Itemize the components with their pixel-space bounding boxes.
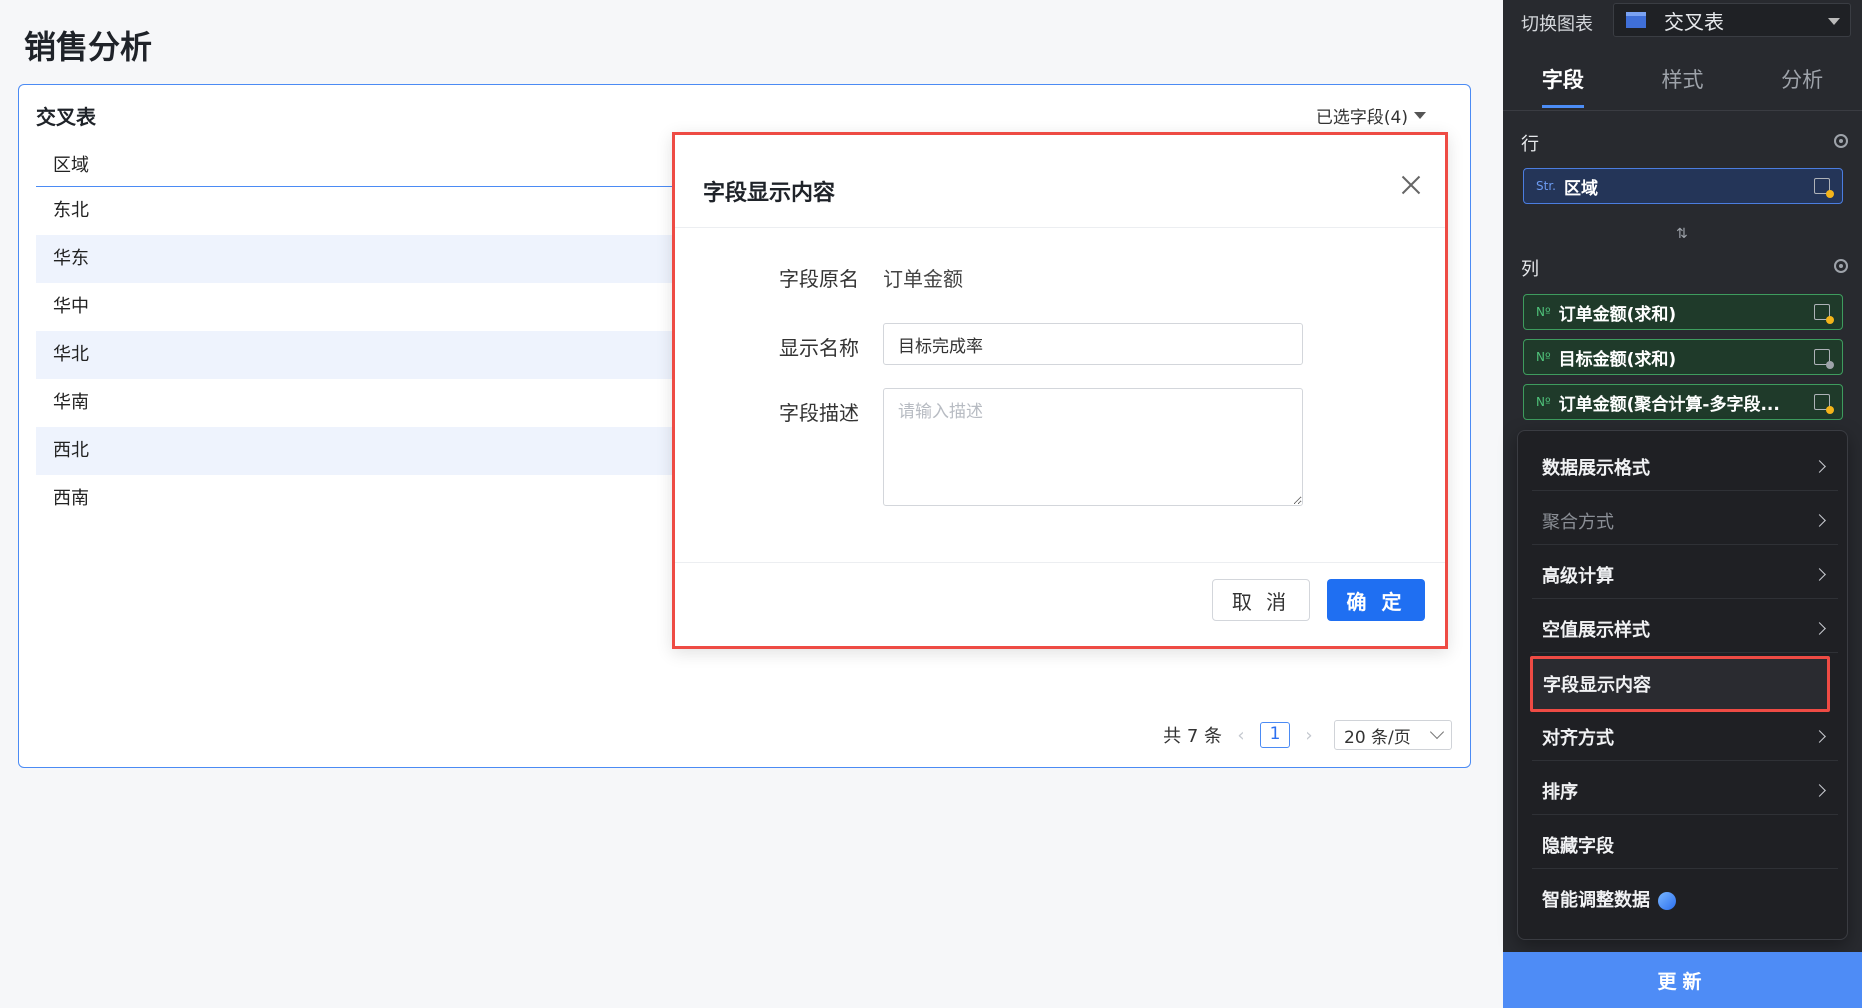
number-type-icon: Nº — [1536, 305, 1551, 319]
gear-icon[interactable] — [1834, 259, 1848, 273]
table-icon — [1626, 12, 1646, 28]
table-header-region[interactable]: 区域 — [36, 145, 686, 187]
field-display-dialog: 字段显示内容 字段原名 订单金额 显示名称 字段描述 取 消 确 定 — [672, 132, 1448, 649]
desc-label: 字段描述 — [779, 401, 859, 425]
measure-cube-icon[interactable] — [1814, 349, 1834, 369]
panel-tabs: 字段 样式 分析 — [1503, 60, 1862, 108]
chevron-right-icon — [1813, 622, 1826, 635]
dialog-divider — [675, 562, 1445, 563]
next-page-icon[interactable]: › — [1300, 725, 1318, 746]
chevron-right-icon — [1813, 460, 1826, 473]
swap-icon[interactable]: ⇅ — [1676, 226, 1688, 242]
config-panel: 切换图表 交叉表 字段 样式 分析 行 Str. 区域 ⇅ 列 Nº 订单金额(… — [1503, 0, 1862, 1008]
page-title: 销售分析 — [24, 28, 153, 66]
table-row[interactable]: 东北 — [36, 187, 686, 235]
menu-item-label: 智能调整数据 — [1542, 890, 1650, 911]
field-context-menu: 数据展示格式 聚合方式 高级计算 空值展示样式 字段显示内容 对齐方式 排序 隐… — [1517, 430, 1848, 940]
pagination: 共 7 条 ‹ 1 › 20 条/页 — [1163, 720, 1452, 750]
page-size-value: 20 条/页 — [1344, 727, 1411, 748]
caret-down-icon — [1828, 18, 1840, 25]
ai-sparkle-icon — [1658, 892, 1676, 910]
menu-item-hide-field[interactable]: 隐藏字段 — [1532, 821, 1838, 869]
selected-fields-dropdown[interactable]: 已选字段(4) — [1316, 103, 1426, 128]
dialog-title: 字段显示内容 — [703, 181, 836, 206]
col-field-pill[interactable]: Nº 订单金额(求和) — [1523, 294, 1843, 330]
menu-item-advanced-calc[interactable]: 高级计算 — [1532, 551, 1838, 599]
menu-item-label: 字段显示内容 — [1543, 675, 1651, 696]
chevron-right-icon — [1813, 784, 1826, 797]
columns-section-title: 列 — [1521, 259, 1539, 280]
col-field-pill[interactable]: Nº 目标金额(求和) — [1523, 339, 1843, 375]
selected-fields-label: 已选字段(4) — [1315, 108, 1408, 128]
row-field-pill[interactable]: Str. 区域 — [1523, 168, 1843, 204]
chevron-down-icon — [1429, 724, 1445, 740]
rows-section-title: 行 — [1521, 134, 1539, 155]
confirm-button[interactable]: 确 定 — [1327, 579, 1425, 621]
table-row[interactable]: 华东 — [36, 235, 686, 283]
menu-item-null-style[interactable]: 空值展示样式 — [1532, 605, 1838, 653]
menu-item-smart-adjust[interactable]: 智能调整数据 — [1532, 875, 1838, 923]
chart-type-value: 交叉表 — [1664, 9, 1724, 34]
caret-down-icon — [1414, 112, 1426, 119]
menu-item-label: 隐藏字段 — [1542, 835, 1614, 857]
menu-item-label: 对齐方式 — [1542, 727, 1614, 749]
menu-item-alignment[interactable]: 对齐方式 — [1532, 713, 1838, 761]
menu-item-aggregation[interactable]: 聚合方式 — [1532, 497, 1838, 545]
col-field-label: 订单金额(聚合计算-多字段... — [1558, 394, 1780, 415]
measure-cube-icon[interactable] — [1814, 394, 1834, 414]
menu-item-label: 排序 — [1542, 781, 1578, 803]
menu-item-label: 聚合方式 — [1542, 511, 1614, 533]
pagination-total: 共 7 条 — [1163, 726, 1222, 747]
crosstab-table: 区域 东北 华东 华中 华北 华南 西北 西南 — [36, 145, 686, 523]
menu-item-field-display[interactable]: 字段显示内容 — [1530, 656, 1830, 712]
page-number-button[interactable]: 1 — [1260, 722, 1290, 748]
card-title: 交叉表 — [36, 105, 96, 129]
cancel-button[interactable]: 取 消 — [1212, 579, 1310, 621]
chevron-right-icon — [1813, 730, 1826, 743]
string-type-icon: Str. — [1536, 179, 1556, 193]
tabs-divider — [1503, 110, 1862, 111]
chevron-right-icon — [1813, 568, 1826, 581]
desc-textarea[interactable] — [883, 388, 1303, 506]
prev-page-icon[interactable]: ‹ — [1232, 725, 1250, 746]
col-field-label: 订单金额(求和) — [1558, 304, 1677, 325]
tab-analysis[interactable]: 分析 — [1742, 60, 1862, 108]
menu-item-label: 高级计算 — [1542, 565, 1614, 587]
table-row[interactable]: 华中 — [36, 283, 686, 331]
orig-name-label: 字段原名 — [779, 267, 859, 291]
close-icon[interactable] — [1399, 173, 1423, 197]
menu-item-sort[interactable]: 排序 — [1532, 767, 1838, 815]
number-type-icon: Nº — [1536, 350, 1551, 364]
table-row[interactable]: 西南 — [36, 475, 686, 523]
col-field-label: 目标金额(求和) — [1558, 349, 1677, 370]
menu-item-label: 空值展示样式 — [1542, 619, 1650, 641]
table-row[interactable]: 华北 — [36, 331, 686, 379]
chart-type-select[interactable]: 交叉表 — [1613, 3, 1851, 37]
tab-style[interactable]: 样式 — [1623, 60, 1743, 108]
col-field-pill[interactable]: Nº 订单金额(聚合计算-多字段... — [1523, 384, 1843, 420]
update-button[interactable]: 更新 — [1503, 952, 1862, 1008]
tab-fields[interactable]: 字段 — [1503, 60, 1623, 108]
gear-icon[interactable] — [1834, 134, 1848, 148]
switch-chart-label: 切换图表 — [1521, 14, 1593, 35]
number-type-icon: Nº — [1536, 395, 1551, 409]
menu-item-label: 数据展示格式 — [1542, 457, 1650, 479]
row-field-label: 区域 — [1563, 178, 1598, 199]
display-name-input[interactable] — [883, 323, 1303, 365]
chevron-right-icon — [1813, 514, 1826, 527]
dialog-divider — [675, 227, 1445, 228]
page-size-select[interactable]: 20 条/页 — [1334, 720, 1452, 750]
table-row[interactable]: 西北 — [36, 427, 686, 475]
display-name-label: 显示名称 — [779, 336, 859, 360]
measure-cube-icon[interactable] — [1814, 304, 1834, 324]
menu-item-data-format[interactable]: 数据展示格式 — [1532, 443, 1838, 491]
table-row[interactable]: 华南 — [36, 379, 686, 427]
dimension-cube-icon[interactable] — [1814, 178, 1834, 198]
orig-name-value: 订单金额 — [883, 267, 963, 291]
